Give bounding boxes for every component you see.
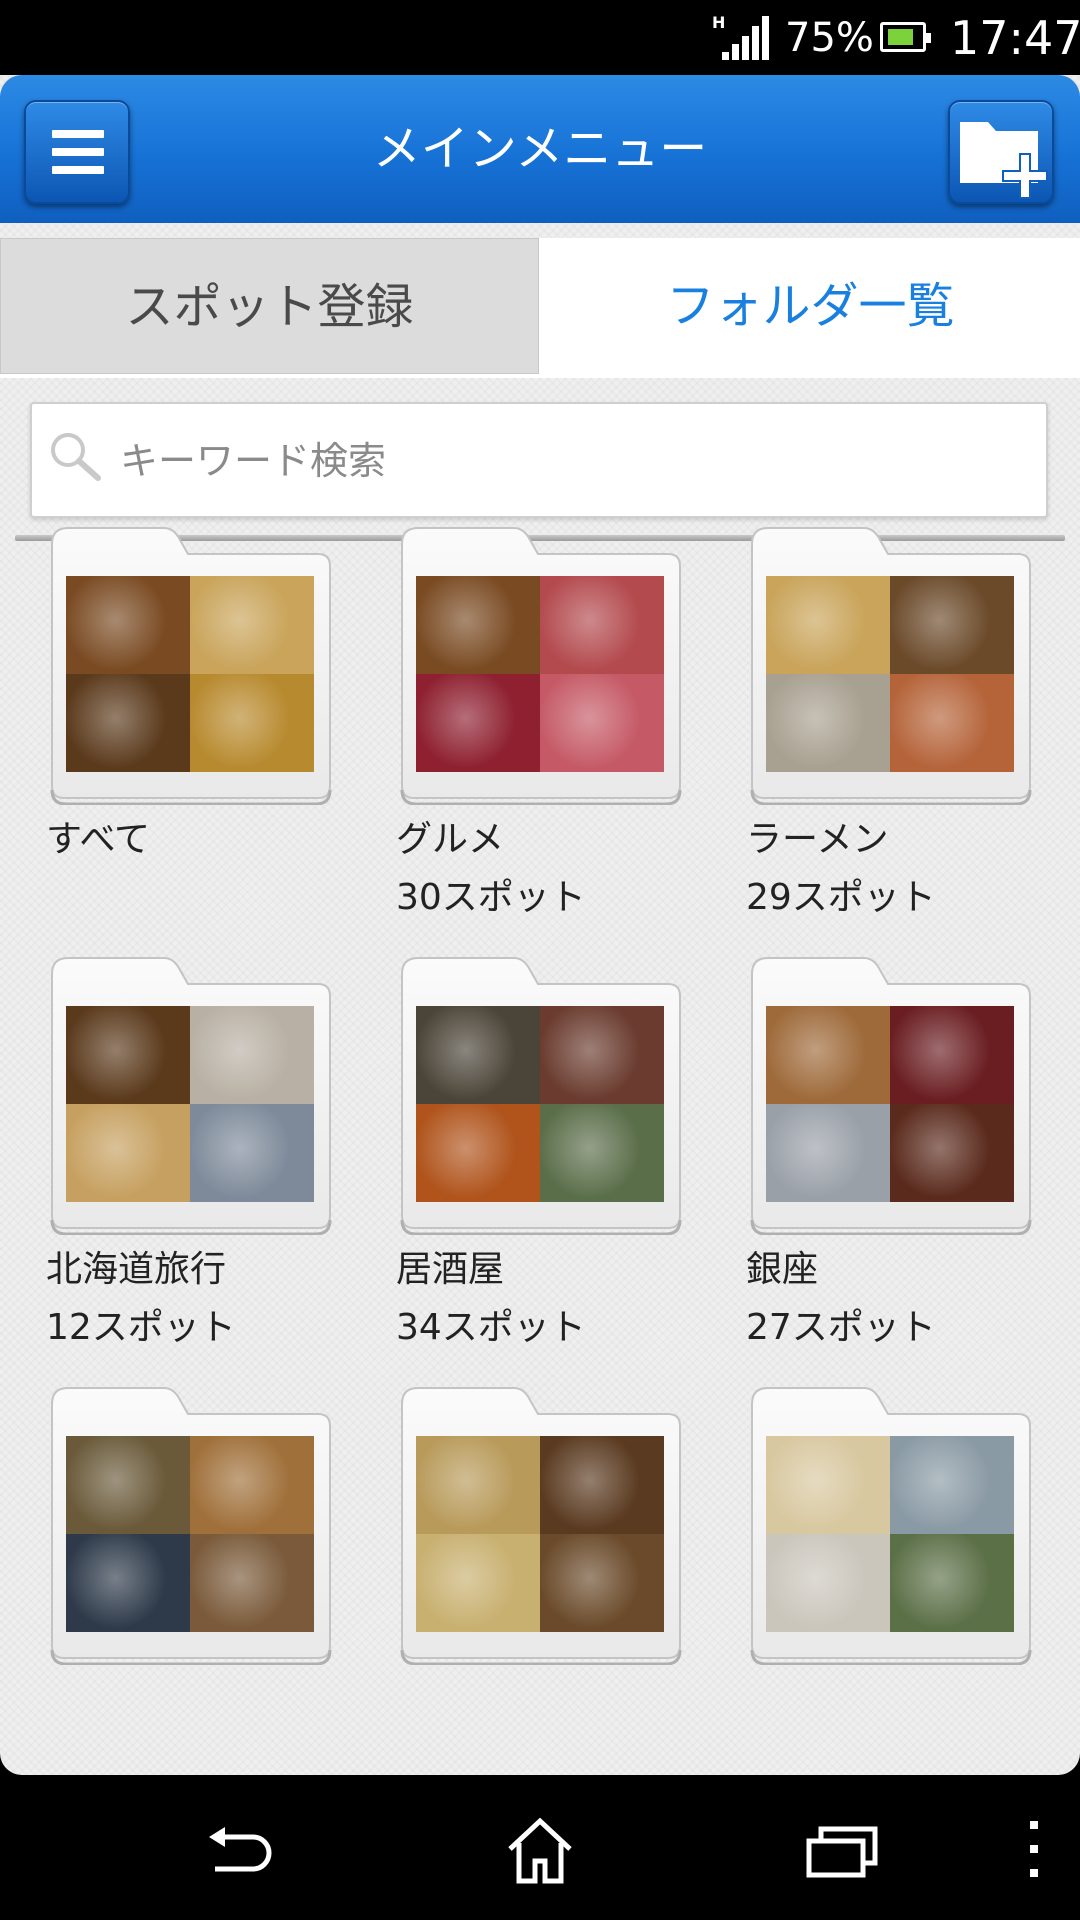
photo-thumbnail [190, 674, 314, 772]
photo-thumbnail [66, 576, 190, 674]
battery-icon [880, 22, 931, 52]
folder-item[interactable]: ラーメン 29スポット [746, 520, 1036, 920]
folder-thumbnail[interactable] [396, 520, 686, 805]
photo-thumbnail [190, 1104, 314, 1202]
folder-spot-count: 30スポット [396, 877, 586, 918]
photo-thumbnail [890, 674, 1014, 772]
photo-thumbnail [890, 1534, 1014, 1632]
folder-name: 居酒屋 [396, 1249, 505, 1290]
folder-photos [416, 1006, 664, 1202]
photo-thumbnail [540, 674, 664, 772]
photo-thumbnail [766, 1006, 890, 1104]
folder-spot-count: 12スポット [46, 1307, 236, 1348]
photo-thumbnail [416, 674, 540, 772]
tab-bar: スポット登録 フォルダ一覧 [0, 238, 1080, 378]
folder-name: ラーメン [746, 819, 889, 860]
folder-name: グルメ [396, 819, 505, 860]
folder-photos [66, 1436, 314, 1632]
search-icon [51, 433, 101, 481]
folder-photos [766, 1006, 1014, 1202]
recent-apps-icon[interactable] [795, 1805, 885, 1895]
photo-thumbnail [416, 1436, 540, 1534]
folder-thumbnail[interactable] [46, 1380, 336, 1665]
navigation-bar [0, 1775, 1080, 1920]
photo-thumbnail [190, 576, 314, 674]
photo-thumbnail [416, 1006, 540, 1104]
signal-icon: H [712, 14, 769, 60]
folder-spot-count: 34スポット [396, 1307, 586, 1348]
tab-spot-register[interactable]: スポット登録 [0, 238, 539, 374]
folder-item[interactable] [46, 1380, 336, 1775]
folder-spot-count: 29スポット [746, 877, 936, 918]
photo-thumbnail [540, 1436, 664, 1534]
page-title: メインメニュー [372, 121, 708, 177]
hamburger-menu-icon [52, 130, 104, 184]
battery-percent: 75% [785, 15, 874, 61]
folder-item[interactable]: 北海道旅行 12スポット [46, 950, 336, 1350]
photo-thumbnail [540, 1534, 664, 1632]
photo-thumbnail [890, 1104, 1014, 1202]
photo-thumbnail [190, 1006, 314, 1104]
photo-thumbnail [66, 1534, 190, 1632]
folder-thumbnail[interactable] [746, 1380, 1036, 1665]
photo-thumbnail [66, 1104, 190, 1202]
menu-button[interactable] [24, 100, 130, 204]
photo-thumbnail [766, 576, 890, 674]
photo-thumbnail [540, 1006, 664, 1104]
photo-thumbnail [766, 674, 890, 772]
folder-spot-count: 27スポット [746, 1307, 936, 1348]
photo-thumbnail [190, 1534, 314, 1632]
status-bar: H 75% 17:47 [0, 0, 1080, 75]
folder-item[interactable] [746, 1380, 1036, 1775]
tab-folder-list[interactable]: フォルダ一覧 [541, 238, 1080, 374]
folder-photos [766, 1436, 1014, 1632]
svg-text:H: H [712, 14, 725, 32]
folder-thumbnail[interactable] [746, 950, 1036, 1235]
search-box[interactable] [30, 402, 1048, 518]
photo-thumbnail [416, 1534, 540, 1632]
app-header: メインメニュー [0, 75, 1080, 223]
folder-photos [416, 1436, 664, 1632]
folder-thumbnail[interactable] [46, 950, 336, 1235]
photo-thumbnail [766, 1104, 890, 1202]
add-folder-button[interactable] [948, 100, 1054, 204]
folder-item[interactable]: 居酒屋 34スポット [396, 950, 686, 1350]
home-icon[interactable] [495, 1805, 585, 1895]
search-input[interactable] [118, 424, 1022, 498]
folder-photos [66, 1006, 314, 1202]
folder-item[interactable] [396, 1380, 686, 1775]
folder-item[interactable]: グルメ 30スポット [396, 520, 686, 920]
photo-thumbnail [66, 674, 190, 772]
photo-thumbnail [416, 576, 540, 674]
photo-thumbnail [766, 1534, 890, 1632]
folder-thumbnail[interactable] [396, 1380, 686, 1665]
photo-thumbnail [416, 1104, 540, 1202]
photo-thumbnail [890, 1436, 1014, 1534]
folder-name: すべて [46, 819, 151, 860]
photo-thumbnail [766, 1436, 890, 1534]
app-content: メインメニュー スポット登録 フォルダ一覧 すべて グルメ 30スポット ラーメン 29… [0, 75, 1080, 1775]
folder-photos [416, 576, 664, 772]
folder-item[interactable]: 銀座 27スポット [746, 950, 1036, 1350]
overflow-menu-icon[interactable] [990, 1805, 1080, 1895]
photo-thumbnail [540, 576, 664, 674]
folder-photos [766, 576, 1014, 772]
folder-thumbnail[interactable] [46, 520, 336, 805]
photo-thumbnail [540, 1104, 664, 1202]
photo-thumbnail [66, 1436, 190, 1534]
photo-thumbnail [190, 1436, 314, 1534]
folder-item[interactable]: すべて [46, 520, 336, 920]
status-time: 17:47 [950, 11, 1080, 65]
folder-thumbnail[interactable] [746, 520, 1036, 805]
photo-thumbnail [890, 576, 1014, 674]
folder-name: 北海道旅行 [46, 1249, 227, 1290]
photo-thumbnail [66, 1006, 190, 1104]
folder-photos [66, 576, 314, 772]
photo-thumbnail [890, 1006, 1014, 1104]
back-icon[interactable] [195, 1805, 285, 1895]
folder-name: 銀座 [746, 1249, 819, 1290]
add-folder-icon [960, 122, 1048, 199]
folder-thumbnail[interactable] [396, 950, 686, 1235]
